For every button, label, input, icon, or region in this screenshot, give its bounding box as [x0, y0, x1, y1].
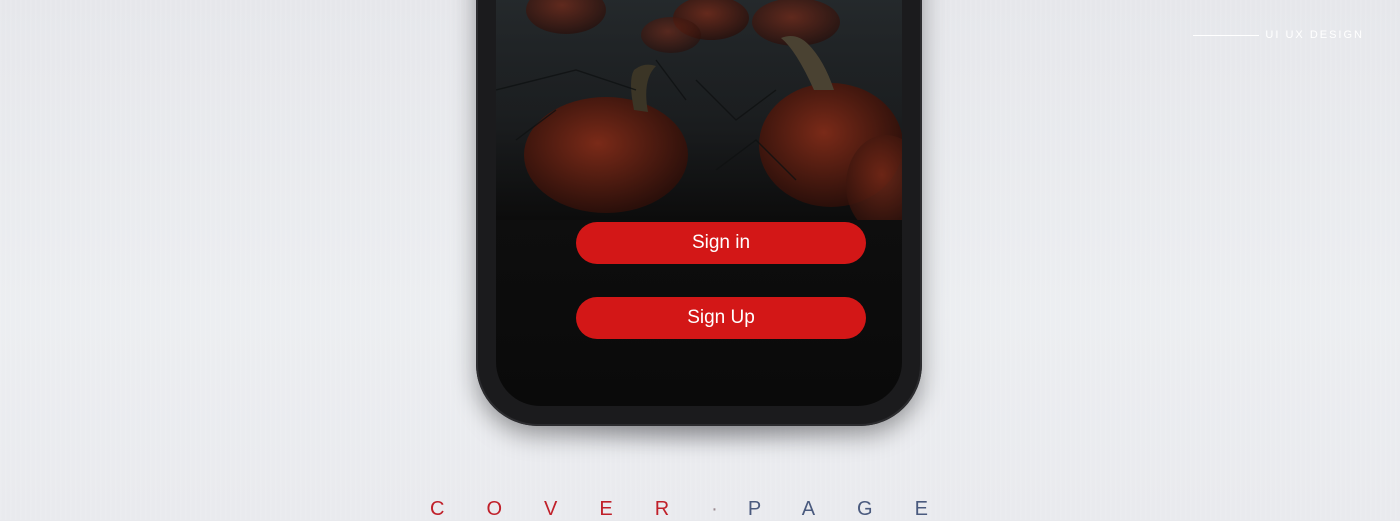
cover-page-title: COVER · PAGE [0, 498, 1400, 521]
phone-screen: Sign in Sign Up [496, 0, 902, 406]
pumpkin-field-illustration [496, 0, 902, 220]
footer-word-page: PAGE [747, 498, 970, 520]
footer-word-cover: COVER [430, 498, 712, 520]
sign-in-button[interactable]: Sign in [576, 222, 866, 264]
tagline-line [1193, 34, 1260, 36]
footer-separator: · [711, 498, 718, 520]
sign-up-button[interactable]: Sign Up [576, 297, 866, 339]
tagline: UI UX DESIGN [1193, 29, 1364, 41]
tagline-text: UI UX DESIGN [1265, 29, 1364, 41]
phone-mockup: Sign in Sign Up [476, 0, 922, 426]
